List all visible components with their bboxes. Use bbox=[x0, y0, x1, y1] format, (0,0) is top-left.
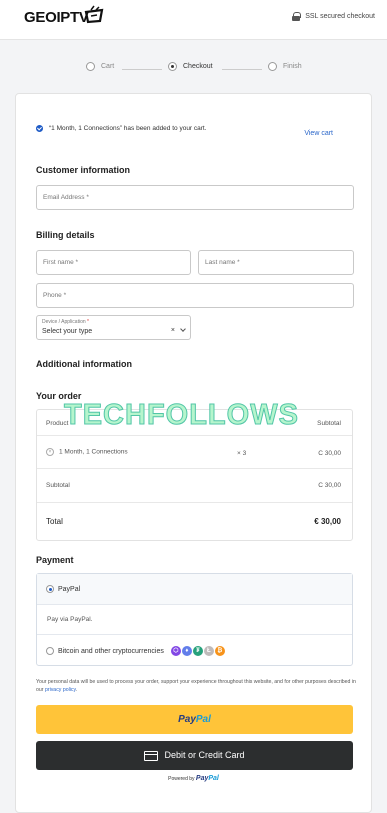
column-header: Product bbox=[46, 420, 69, 427]
item-price: C 30,00 bbox=[318, 450, 341, 457]
paypal-button[interactable]: PayPal bbox=[36, 705, 353, 734]
crypto-label: Bitcoin and other cryptocurrencies bbox=[58, 647, 164, 655]
step-circle-icon bbox=[86, 62, 95, 71]
step-divider bbox=[122, 69, 162, 70]
last-name-field[interactable]: Last name * bbox=[198, 250, 354, 275]
crypto-radio[interactable] bbox=[46, 647, 54, 655]
total-label: Total bbox=[46, 517, 63, 526]
order-item: × 1 Month, 1 Connections bbox=[46, 448, 128, 456]
paypal-label: PayPal bbox=[58, 585, 81, 593]
checkout-card: “1 Month, 1 Connections” has been added … bbox=[15, 93, 372, 813]
subtotal-label: Subtotal bbox=[46, 482, 70, 489]
chevron-down-icon[interactable] bbox=[180, 326, 186, 332]
site-header: GEOIPTV SSL secured checkout bbox=[0, 0, 387, 40]
paypal-radio[interactable] bbox=[46, 585, 54, 593]
step-label: Finish bbox=[283, 63, 302, 70]
column-header: Subtotal bbox=[317, 420, 341, 427]
table-row: × 1 Month, 1 Connections × 3 C 30,00 bbox=[37, 436, 352, 469]
step-divider bbox=[222, 69, 262, 70]
cart-notice-text: “1 Month, 1 Connections” has been added … bbox=[49, 125, 207, 132]
paypal-description: Pay via PayPal. bbox=[37, 605, 352, 635]
card-button-label: Debit or Credit Card bbox=[164, 750, 245, 760]
tv-logo-icon bbox=[84, 5, 104, 24]
step-checkout: Checkout bbox=[168, 62, 213, 71]
powered-by-paypal: Powered by PayPal bbox=[168, 775, 219, 782]
privacy-policy-link[interactable]: privacy policy bbox=[45, 687, 76, 693]
order-table: Product Subtotal × 1 Month, 1 Connections… bbox=[36, 409, 353, 541]
step-circle-icon bbox=[268, 62, 277, 71]
credit-card-icon bbox=[144, 750, 159, 761]
payment-option-crypto[interactable]: Bitcoin and other cryptocurrencies ⬡ ♦ ₮ Ł ₿ bbox=[37, 635, 352, 666]
phone-field[interactable]: Phone * bbox=[36, 283, 354, 308]
subtotal-row: Subtotal C 30,00 bbox=[37, 469, 352, 503]
step-circle-icon bbox=[168, 62, 177, 71]
payment-methods: PayPal Pay via PayPal. Bitcoin and other… bbox=[36, 573, 353, 666]
first-name-field[interactable]: First name * bbox=[36, 250, 191, 275]
step-label: Checkout bbox=[183, 63, 213, 70]
bitcoin-icon: ₿ bbox=[214, 646, 225, 656]
additional-info-heading: Additional information bbox=[36, 359, 132, 369]
billing-heading: Billing details bbox=[36, 230, 95, 240]
check-circle-icon bbox=[36, 125, 43, 132]
lock-icon bbox=[292, 12, 302, 21]
step-label: Cart bbox=[101, 63, 115, 70]
polygon-icon: ⬡ bbox=[170, 646, 181, 656]
payment-option-paypal[interactable]: PayPal bbox=[37, 574, 352, 605]
total-row: Total € 30,00 bbox=[37, 503, 352, 541]
email-field[interactable]: Email Address * bbox=[36, 185, 354, 210]
item-name: 1 Month, 1 Connections bbox=[59, 448, 128, 456]
debit-credit-card-button[interactable]: Debit or Credit Card bbox=[36, 741, 353, 770]
step-finish: Finish bbox=[268, 62, 302, 71]
item-qty: × 3 bbox=[237, 450, 247, 457]
order-table-header: Product Subtotal bbox=[37, 410, 352, 436]
payment-heading: Payment bbox=[36, 555, 74, 565]
device-select[interactable]: Device / Application * Select your type … bbox=[36, 315, 191, 340]
device-select-value: Select your type bbox=[42, 328, 93, 335]
ssl-label: SSL secured checkout bbox=[305, 13, 375, 20]
litecoin-icon: Ł bbox=[203, 646, 214, 656]
clear-icon[interactable]: × bbox=[171, 327, 175, 334]
device-select-label: Device / Application * bbox=[42, 319, 89, 325]
subtotal-value: C 30,00 bbox=[318, 482, 341, 489]
your-order-heading: Your order bbox=[36, 391, 82, 401]
step-cart[interactable]: Cart bbox=[86, 62, 114, 71]
ethereum-icon: ♦ bbox=[181, 646, 192, 656]
checkout-steps: Cart Checkout Finish bbox=[0, 62, 387, 78]
remove-item-icon[interactable]: × bbox=[46, 448, 54, 456]
paypal-desc-text: Pay via PayPal. bbox=[47, 616, 93, 623]
tether-icon: ₮ bbox=[192, 646, 203, 656]
privacy-notice: Your personal data will be used to proce… bbox=[36, 679, 356, 693]
customer-info-heading: Customer information bbox=[36, 165, 131, 175]
crypto-icons: ⬡ ♦ ₮ Ł ₿ bbox=[170, 646, 225, 656]
total-value: € 30,00 bbox=[314, 517, 341, 526]
ssl-badge: SSL secured checkout bbox=[292, 12, 375, 21]
site-logo[interactable]: GEOIPTV bbox=[24, 9, 89, 26]
view-cart-link[interactable]: View cart bbox=[304, 130, 333, 137]
